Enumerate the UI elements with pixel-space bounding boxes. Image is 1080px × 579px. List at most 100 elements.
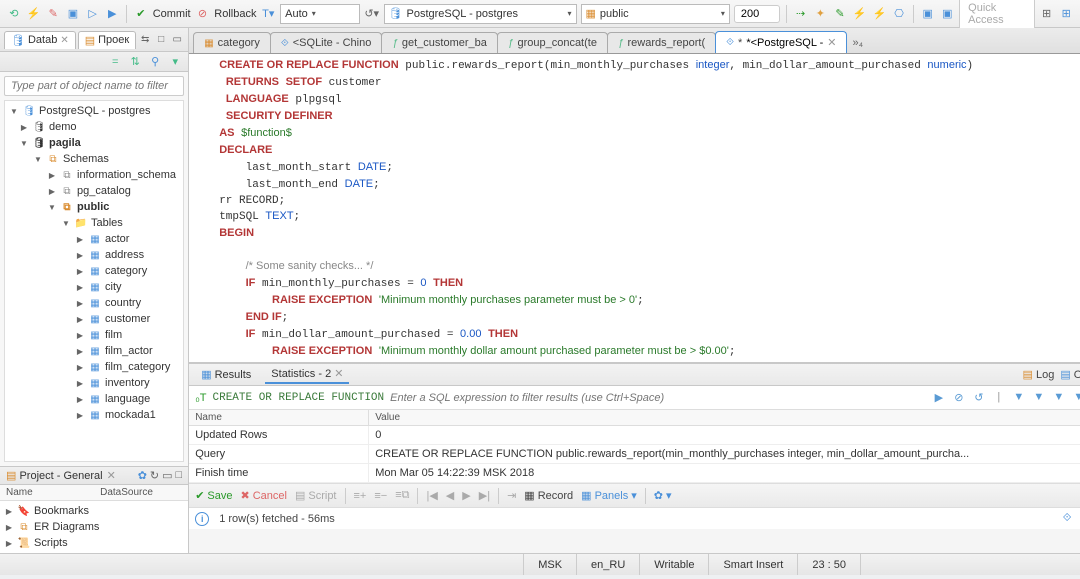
tx-auto-select[interactable]: Auto▾ bbox=[280, 4, 360, 24]
proj-scripts[interactable]: Scripts bbox=[34, 537, 68, 549]
t7-icon[interactable]: ▣ bbox=[920, 5, 936, 23]
tab-category[interactable]: ▦category bbox=[193, 32, 271, 53]
nav-filter-input[interactable] bbox=[4, 76, 184, 96]
tab-getcustomer[interactable]: ƒget_customer_ba bbox=[381, 32, 498, 53]
tab-projects-nav[interactable]: ▤Проек bbox=[78, 31, 136, 49]
tree-db-demo[interactable]: demo bbox=[49, 121, 77, 133]
commit-button[interactable]: Commit bbox=[153, 8, 191, 20]
f4-icon[interactable]: ▼ bbox=[1071, 391, 1080, 404]
results-filter-input[interactable] bbox=[390, 392, 925, 404]
plug-icon[interactable]: ⚡ bbox=[26, 5, 42, 23]
tree-table-city[interactable]: ▶city bbox=[5, 279, 183, 295]
f1-icon[interactable]: ▼ bbox=[1011, 391, 1027, 404]
rollback-icon[interactable]: ⊘ bbox=[195, 5, 211, 23]
close-icon[interactable]: ✕ bbox=[107, 469, 116, 482]
panels-button[interactable]: ▦ Panels ▾ bbox=[581, 489, 637, 502]
exec-icon[interactable]: ▷ bbox=[85, 5, 101, 23]
clear-icon[interactable]: ⊘ bbox=[951, 391, 967, 404]
close-icon[interactable]: ✕ bbox=[827, 36, 836, 49]
stats-row[interactable]: Updated Rows0 bbox=[189, 426, 1080, 445]
history-icon[interactable]: ↺▾ bbox=[364, 5, 380, 23]
nav-tool3-icon[interactable]: ⚲ bbox=[146, 53, 164, 71]
schema-select[interactable]: ▦public▾ bbox=[581, 4, 730, 24]
link-icon[interactable]: ⇆ bbox=[138, 33, 152, 47]
tab-results[interactable]: ▦Results bbox=[195, 366, 257, 383]
commit-icon[interactable]: ✔ bbox=[133, 5, 149, 23]
tree-table-film[interactable]: ▶film bbox=[5, 327, 183, 343]
export-icon[interactable]: ⇥ bbox=[507, 489, 516, 502]
t8-icon[interactable]: ▣ bbox=[939, 5, 955, 23]
tree-conn[interactable]: PostgreSQL - postgres bbox=[39, 105, 150, 117]
history2-icon[interactable]: ↺ bbox=[971, 391, 987, 404]
tree-table-country[interactable]: ▶country bbox=[5, 295, 183, 311]
tree-schema-public[interactable]: public bbox=[77, 201, 109, 213]
proj-bookmarks[interactable]: Bookmarks bbox=[34, 505, 89, 517]
exec2-icon[interactable]: ▶ bbox=[104, 5, 120, 23]
tab-postgres-active[interactable]: ⟐**<PostgreSQL -✕ bbox=[715, 31, 847, 53]
min4-icon[interactable]: □ bbox=[176, 469, 183, 482]
tree-table-language[interactable]: ▶language bbox=[5, 391, 183, 407]
t3-icon[interactable]: ✎ bbox=[832, 5, 848, 23]
tx-mode-icon[interactable]: T▾ bbox=[260, 5, 276, 23]
edit1-icon[interactable]: ≡+ bbox=[354, 490, 367, 502]
stats-row[interactable]: Finish timeMon Mar 05 14:22:39 MSK 2018 bbox=[189, 464, 1080, 483]
close-icon[interactable]: ✕ bbox=[60, 35, 68, 46]
persp1-icon[interactable]: ⊞ bbox=[1039, 5, 1055, 23]
tree-table-mockada1[interactable]: ▶mockada1 bbox=[5, 407, 183, 423]
stats-row[interactable]: QueryCREATE OR REPLACE FUNCTION public.r… bbox=[189, 445, 1080, 464]
row-limit-input[interactable] bbox=[734, 5, 780, 23]
close-icon[interactable]: ✕ bbox=[334, 367, 343, 380]
tree-table-film_category[interactable]: ▶film_category bbox=[5, 359, 183, 375]
rollback-button[interactable]: Rollback bbox=[214, 8, 256, 20]
tree-table-address[interactable]: ▶address bbox=[5, 247, 183, 263]
t5-icon[interactable]: ⚡ bbox=[872, 5, 888, 23]
save-button[interactable]: ✔ Save bbox=[195, 489, 232, 502]
more-tabs-button[interactable]: »₄ bbox=[846, 33, 869, 53]
output-button[interactable]: ▤ Output bbox=[1060, 368, 1080, 381]
tree-table-inventory[interactable]: ▶inventory bbox=[5, 375, 183, 391]
record-button[interactable]: ▦ Record bbox=[524, 489, 573, 502]
tree-table-actor[interactable]: ▶actor bbox=[5, 231, 183, 247]
edit3-icon[interactable]: ≡⧉ bbox=[395, 489, 409, 502]
proj-er[interactable]: ER Diagrams bbox=[34, 521, 99, 533]
last-icon[interactable]: ▶| bbox=[479, 489, 490, 502]
f2-icon[interactable]: ▼ bbox=[1031, 391, 1047, 404]
tab-database-nav[interactable]: Datab✕ bbox=[4, 31, 76, 49]
apply-icon[interactable]: ▶ bbox=[931, 391, 947, 404]
tree-tables[interactable]: Tables bbox=[91, 217, 123, 229]
refresh3-icon[interactable]: ⟐ bbox=[1063, 512, 1072, 525]
next-icon[interactable]: ▶ bbox=[462, 489, 470, 502]
sql-icon[interactable]: ✎ bbox=[45, 5, 61, 23]
log-button[interactable]: ▤ Log bbox=[1022, 368, 1054, 381]
tree-db-pagila[interactable]: pagila bbox=[49, 137, 81, 149]
first-icon[interactable]: |◀ bbox=[426, 489, 437, 502]
gear-icon[interactable]: ✿ ▾ bbox=[654, 489, 672, 502]
tab-statistics[interactable]: Statistics - 2✕ bbox=[265, 365, 349, 384]
quick-access-input[interactable]: Quick Access bbox=[959, 0, 1035, 30]
min2-icon[interactable]: ▭ bbox=[170, 33, 184, 47]
t4-icon[interactable]: ⚡ bbox=[852, 5, 868, 23]
connection-select[interactable]: PostgreSQL - postgres▾ bbox=[384, 4, 577, 24]
database-tree[interactable]: ▼PostgreSQL - postgres ▶🛢demo ▼🛢pagila ▼… bbox=[4, 100, 184, 462]
cancel-button[interactable]: ✖ Cancel bbox=[241, 489, 287, 502]
prev-icon[interactable]: ◀ bbox=[446, 489, 454, 502]
refresh2-icon[interactable]: ↻ bbox=[150, 469, 159, 482]
tree-table-category[interactable]: ▶category bbox=[5, 263, 183, 279]
gear-icon[interactable]: ✿ bbox=[138, 469, 147, 482]
persp2-icon[interactable]: ⊞ bbox=[1058, 5, 1074, 23]
tab-sqlite-chino[interactable]: ⟐<SQLite - Chino bbox=[270, 32, 382, 53]
f3-icon[interactable]: ▼ bbox=[1051, 391, 1067, 404]
nav-tool4-icon[interactable]: ▾ bbox=[166, 53, 184, 71]
nav-tool2-icon[interactable]: ⇅ bbox=[126, 53, 144, 71]
refresh-icon[interactable]: ⟲ bbox=[6, 5, 22, 23]
tree-schemas[interactable]: Schemas bbox=[63, 153, 109, 165]
tab-rewards[interactable]: ƒrewards_report( bbox=[607, 32, 716, 53]
script-button[interactable]: ▤ Script bbox=[295, 489, 337, 502]
edit2-icon[interactable]: ≡− bbox=[374, 490, 387, 502]
sql-editor[interactable]: CREATE OR REPLACE FUNCTION public.reward… bbox=[189, 54, 1080, 363]
t6-icon[interactable]: ⎔ bbox=[891, 5, 907, 23]
t2-icon[interactable]: ✦ bbox=[812, 5, 828, 23]
tree-schema-pg[interactable]: pg_catalog bbox=[77, 185, 131, 197]
min3-icon[interactable]: ▭ bbox=[162, 469, 172, 482]
tab-groupconcat[interactable]: ƒgroup_concat(te bbox=[497, 32, 608, 53]
